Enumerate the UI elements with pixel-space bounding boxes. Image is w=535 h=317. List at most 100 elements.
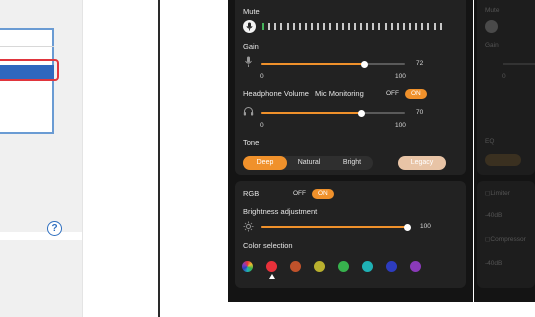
compressor-label: ◻Compressor xyxy=(485,236,526,243)
color-swatch-rainbow[interactable] xyxy=(242,261,253,272)
gain-min-label: 0 xyxy=(260,73,264,80)
limiter-label: ◻Limiter xyxy=(485,190,510,197)
gain-slider[interactable] xyxy=(261,60,405,68)
brightness-value: 100 xyxy=(420,223,431,230)
meter-tick xyxy=(366,23,369,30)
mic-level-meter xyxy=(262,23,442,30)
brightness-handle[interactable] xyxy=(403,223,411,231)
gain-value: 72 xyxy=(416,60,424,67)
headphone-volume-handle[interactable] xyxy=(358,109,366,117)
meter-tick xyxy=(384,23,387,30)
rgb-card: RGB OFF ON Brightness adjustment 100 Col… xyxy=(235,181,466,288)
headphone-volume-label: Headphone Volume xyxy=(243,89,309,98)
meter-tick xyxy=(396,23,399,30)
secondary-gain-slider xyxy=(503,63,535,65)
mic-monitoring-toggle[interactable]: OFF ON xyxy=(380,89,427,99)
color-swatch[interactable] xyxy=(386,261,397,272)
color-swatch[interactable] xyxy=(290,261,301,272)
secondary-eq-button xyxy=(485,154,521,166)
mic-monitoring-on[interactable]: ON xyxy=(405,89,427,99)
secondary-gain-min: 0 xyxy=(502,73,506,80)
meter-tick xyxy=(353,23,356,30)
headphones-icon xyxy=(243,107,254,116)
device-list-item[interactable] xyxy=(0,30,54,47)
headphone-max-label: 100 xyxy=(395,122,406,129)
secondary-panel: Mute Gain 0 EQ ◻Limiter -40dB ◻Compresso… xyxy=(474,0,535,302)
limiter-value: -40dB xyxy=(485,212,503,219)
meter-tick xyxy=(360,23,362,30)
meter-tick xyxy=(286,23,289,30)
audio-card: Mute Gain 72 0 100 Headphone Volume Mic … xyxy=(235,0,466,175)
meter-tick xyxy=(268,23,271,30)
legacy-button[interactable]: Legacy xyxy=(398,156,446,170)
meter-tick xyxy=(304,23,307,30)
meter-tick xyxy=(433,23,436,30)
gain-slider-handle[interactable] xyxy=(361,60,369,68)
tone-bright-button[interactable]: Bright xyxy=(331,156,373,170)
meter-tick xyxy=(323,23,326,30)
tone-deep-button[interactable]: Deep xyxy=(243,156,287,170)
color-selection-label: Color selection xyxy=(243,241,293,250)
meter-tick xyxy=(341,23,344,30)
selected-color-indicator xyxy=(268,274,275,279)
color-swatch[interactable] xyxy=(362,261,373,272)
meter-tick xyxy=(427,23,430,30)
settings-window: ? xyxy=(0,0,150,317)
secondary-eq-label: EQ xyxy=(485,138,495,145)
brightness-label: Brightness adjustment xyxy=(243,207,318,216)
headphone-min-label: 0 xyxy=(260,122,264,129)
meter-tick xyxy=(439,23,442,30)
secondary-mic-icon xyxy=(485,20,498,33)
meter-tick xyxy=(329,23,332,30)
tone-selector[interactable]: Deep Natural Bright xyxy=(243,156,373,170)
microphone-small-icon xyxy=(245,56,252,67)
meter-tick xyxy=(262,23,264,30)
sun-icon xyxy=(243,221,254,232)
secondary-audio-card: Mute Gain 0 EQ xyxy=(477,0,535,175)
meter-tick xyxy=(311,23,313,30)
color-swatch[interactable] xyxy=(338,261,349,272)
meter-tick xyxy=(402,23,405,30)
meter-tick xyxy=(335,23,338,30)
settings-panel xyxy=(0,0,82,232)
meter-tick xyxy=(415,23,418,30)
meter-tick xyxy=(280,23,283,30)
rgb-toggle[interactable]: OFF ON xyxy=(287,189,334,199)
brightness-fill xyxy=(261,226,407,228)
microphone-icon xyxy=(246,22,253,31)
device-control-panel: Mute Gain 72 0 100 Headphone Volume Mic … xyxy=(228,0,473,302)
headphone-volume-slider[interactable] xyxy=(261,109,405,117)
meter-tick xyxy=(274,23,277,30)
meter-tick xyxy=(390,23,393,30)
secondary-gain-label: Gain xyxy=(485,42,499,49)
secondary-dynamics-card: ◻Limiter -40dB ◻Compressor -40dB xyxy=(477,181,535,288)
headphone-volume-value: 70 xyxy=(416,109,424,116)
gain-max-label: 100 xyxy=(395,73,406,80)
gain-label: Gain xyxy=(243,42,259,51)
meter-tick xyxy=(378,23,381,30)
device-list[interactable] xyxy=(0,28,54,134)
mic-monitoring-off[interactable]: OFF xyxy=(380,89,405,99)
meter-tick xyxy=(317,23,320,30)
help-icon[interactable]: ? xyxy=(47,221,62,236)
rgb-on[interactable]: ON xyxy=(312,189,334,199)
meter-tick xyxy=(298,23,301,30)
window-border xyxy=(82,0,83,317)
tone-natural-button[interactable]: Natural xyxy=(287,156,331,170)
meter-tick xyxy=(409,23,411,30)
headphone-volume-fill xyxy=(261,112,362,114)
color-swatch[interactable] xyxy=(314,261,325,272)
meter-tick xyxy=(347,23,350,30)
color-swatch[interactable] xyxy=(410,261,421,272)
screen-divider xyxy=(158,0,160,317)
rgb-off[interactable]: OFF xyxy=(287,189,312,199)
color-swatch[interactable] xyxy=(266,261,277,272)
compressor-value: -40dB xyxy=(485,260,503,267)
rgb-label: RGB xyxy=(243,189,260,198)
mute-label: Mute xyxy=(243,7,260,16)
brightness-slider[interactable] xyxy=(261,223,411,231)
mic-monitoring-label: Mic Monitoring xyxy=(315,89,364,98)
selection-highlight xyxy=(0,59,59,81)
settings-footer xyxy=(0,240,82,317)
mute-mic-button[interactable] xyxy=(243,20,256,33)
